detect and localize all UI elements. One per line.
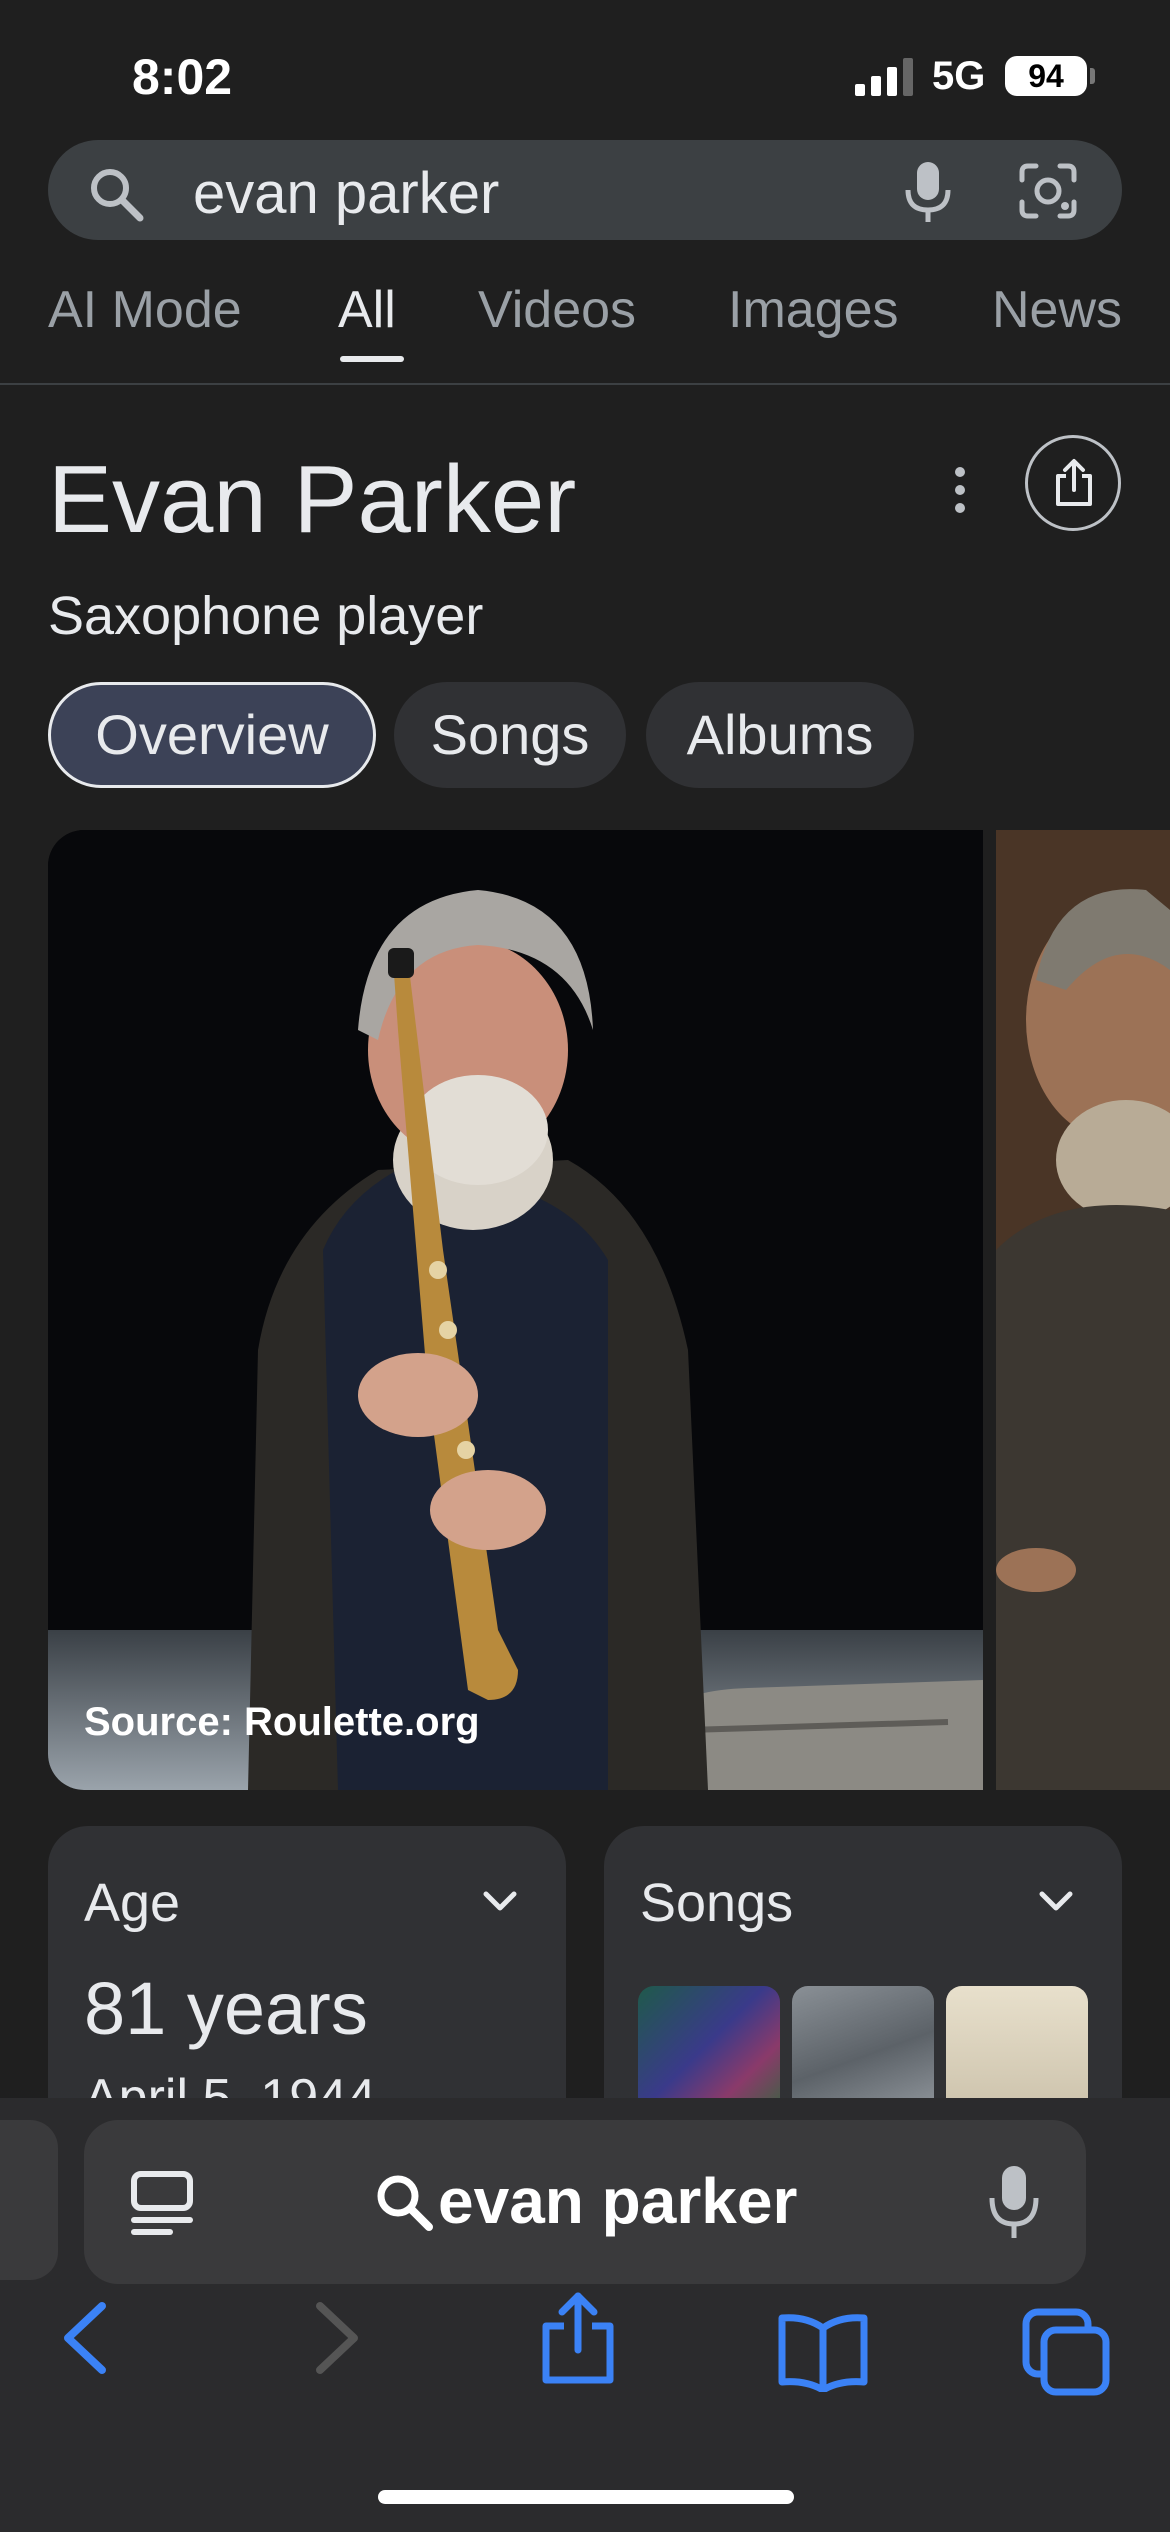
chip-albums[interactable]: Albums [646,682,914,788]
search-icon [377,2175,433,2231]
share-icon [1056,459,1092,506]
saxophonist-illustration [48,830,983,1790]
entity-subtitle: Saxophone player [48,586,484,646]
signal-icon [855,58,913,96]
chevron-down-icon[interactable] [1034,1878,1078,1922]
address-bar[interactable]: evan parker [84,2120,1086,2284]
chevron-down-icon[interactable] [478,1878,522,1922]
age-value: 81 years [84,1967,368,2050]
google-lens-icon[interactable] [1016,162,1080,220]
tab-videos[interactable]: Videos [478,280,636,340]
tab-ai-mode[interactable]: AI Mode [48,280,242,340]
age-card-title: Age [84,1873,181,1933]
status-bar: 8:02 5G 94 [0,0,1170,140]
artist-photo-secondary[interactable] [996,830,1170,1790]
artist-photo[interactable]: Source: Roulette.org [48,830,983,1790]
previous-tab-preview[interactable] [0,2120,58,2280]
songs-card-title: Songs [640,1873,794,1933]
search-tabs: AI Mode All Videos Images News [0,270,1170,385]
entity-title: Evan Parker [48,446,577,553]
microphone-icon[interactable] [984,2162,1044,2242]
address-text: evan parker [438,2165,798,2237]
battery-icon: 94 [1005,56,1087,96]
search-bar[interactable]: evan parker [48,140,1122,240]
songs-card[interactable]: Songs [604,1826,1122,2126]
microphone-icon[interactable] [898,160,958,224]
tabs-icon[interactable] [1022,2308,1112,2398]
search-input[interactable]: evan parker [193,160,499,227]
chip-songs[interactable]: Songs [394,682,626,788]
active-tab-indicator [340,356,404,362]
tab-all[interactable]: All [338,280,396,340]
battery-tip [1090,68,1095,84]
home-indicator [378,2490,794,2504]
image-source-caption: Source: Roulette.org [84,1700,480,1744]
reader-mode-icon[interactable] [128,2170,196,2238]
share-button[interactable] [1025,435,1121,531]
age-card[interactable]: Age 81 years April 5, 1944 [48,1826,566,2126]
forward-icon[interactable] [312,2300,364,2376]
bookmarks-icon[interactable] [776,2312,870,2392]
network-label: 5G [932,54,986,98]
share-icon[interactable] [538,2290,618,2386]
search-icon [91,169,144,222]
tab-images[interactable]: Images [728,280,899,340]
more-options-icon[interactable] [940,460,980,520]
chip-overview[interactable]: Overview [48,682,376,788]
status-time: 8:02 [132,49,233,105]
back-icon[interactable] [58,2300,110,2376]
tab-news[interactable]: News [992,280,1122,340]
secondary-photo-illustration [996,830,1170,1790]
